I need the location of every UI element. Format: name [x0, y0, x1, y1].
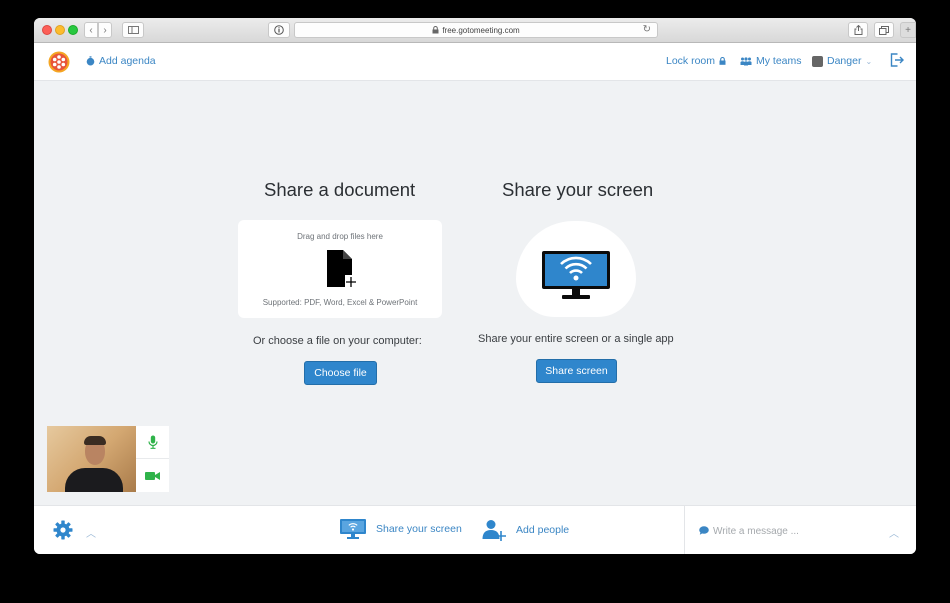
share-document-title: Share a document — [264, 179, 416, 200]
add-people-button[interactable]: Add people — [482, 519, 569, 541]
lock-room-link[interactable]: Lock room — [666, 55, 726, 67]
address-bar[interactable]: free.gotomeeting.com ↻ — [294, 22, 658, 38]
drag-drop-text: Drag and drop files here — [297, 232, 383, 241]
av-controls — [136, 426, 169, 492]
sidebar-icon — [127, 26, 139, 34]
video-camera-icon — [145, 471, 160, 480]
camera-button[interactable] — [136, 459, 169, 492]
plus-icon: + — [905, 24, 911, 36]
user-menu[interactable]: Danger ⌄ — [812, 55, 872, 67]
teams-icon — [740, 56, 752, 65]
share-page-button[interactable] — [848, 22, 868, 38]
url-text: free.gotomeeting.com — [442, 25, 520, 35]
gear-icon[interactable] — [53, 520, 73, 540]
bottom-share-screen-label: Share your screen — [376, 523, 462, 535]
monitor-wifi-icon — [542, 251, 610, 299]
gotomeeting-logo — [48, 51, 70, 73]
minimize-window-button[interactable] — [55, 25, 65, 35]
bottom-toolbar: ︿ Share your screen Add people Write a m… — [34, 505, 916, 554]
tabs-icon — [879, 25, 889, 35]
choose-file-button[interactable]: Choose file — [304, 361, 377, 385]
close-window-button[interactable] — [42, 25, 52, 35]
chat-chevron-up-icon[interactable]: ︿ — [889, 525, 899, 540]
share-icon — [854, 25, 862, 35]
user-avatar — [812, 55, 823, 67]
or-choose-text: Or choose a file on your computer: — [253, 335, 422, 347]
participant-hair — [84, 436, 106, 445]
lock-icon — [432, 26, 439, 34]
forward-button[interactable]: › — [98, 22, 112, 38]
add-person-icon — [482, 520, 506, 541]
meeting-main-area: Share a document Drag and drop files her… — [34, 81, 916, 505]
add-file-icon — [327, 250, 357, 287]
share-screen-title: Share your screen — [502, 179, 654, 200]
chat-message-input[interactable] — [713, 523, 873, 539]
chevron-down-icon: ⌄ — [865, 56, 873, 66]
back-button[interactable]: ‹ — [84, 22, 98, 38]
padlock-icon — [719, 57, 726, 65]
participant-body — [65, 468, 123, 492]
bottom-share-screen-button[interactable]: Share your screen — [340, 519, 462, 539]
browser-toolbar: ‹ › free.gotomeeting.com ↻ + — [34, 18, 916, 43]
user-name: Danger — [827, 55, 862, 67]
app-header: Add agenda Lock room My teams Danger ⌄ — [34, 43, 916, 81]
leave-meeting-icon[interactable] — [890, 53, 904, 67]
zoom-window-button[interactable] — [68, 25, 78, 35]
chevron-left-icon: ‹ — [89, 24, 93, 36]
my-teams-label: My teams — [756, 55, 802, 67]
webcam-video-tile[interactable] — [47, 426, 136, 492]
lock-room-label: Lock room — [666, 55, 716, 67]
add-agenda-link[interactable]: Add agenda — [86, 55, 156, 67]
share-screen-description: Share your entire screen or a single app — [478, 333, 674, 345]
settings-chevron-up-icon[interactable]: ︿ — [86, 525, 96, 540]
new-tab-button[interactable]: + — [900, 22, 916, 38]
share-screen-button[interactable]: Share screen — [536, 359, 617, 383]
browser-window: ‹ › free.gotomeeting.com ↻ + Add agenda … — [34, 18, 916, 554]
share-screen-illustration[interactable] — [516, 221, 636, 317]
chevron-right-icon: › — [103, 24, 107, 36]
reader-info-button[interactable] — [268, 22, 290, 38]
sidebar-toggle-button[interactable] — [122, 22, 144, 38]
monitor-share-icon — [340, 519, 366, 539]
file-dropzone[interactable]: Drag and drop files here Supported: PDF,… — [238, 220, 442, 318]
info-icon — [274, 25, 284, 35]
add-people-label: Add people — [516, 524, 570, 536]
supported-formats-text: Supported: PDF, Word, Excel & PowerPoint — [262, 298, 418, 307]
add-agenda-label: Add agenda — [99, 55, 156, 67]
microphone-icon — [147, 435, 158, 449]
microphone-button[interactable] — [136, 426, 169, 459]
chat-bubble-icon — [699, 526, 709, 535]
reload-icon[interactable]: ↻ — [643, 24, 651, 35]
my-teams-link[interactable]: My teams — [740, 55, 802, 67]
timer-icon — [86, 56, 95, 66]
chat-panel: ︿ — [684, 506, 916, 554]
show-tabs-button[interactable] — [874, 22, 894, 38]
